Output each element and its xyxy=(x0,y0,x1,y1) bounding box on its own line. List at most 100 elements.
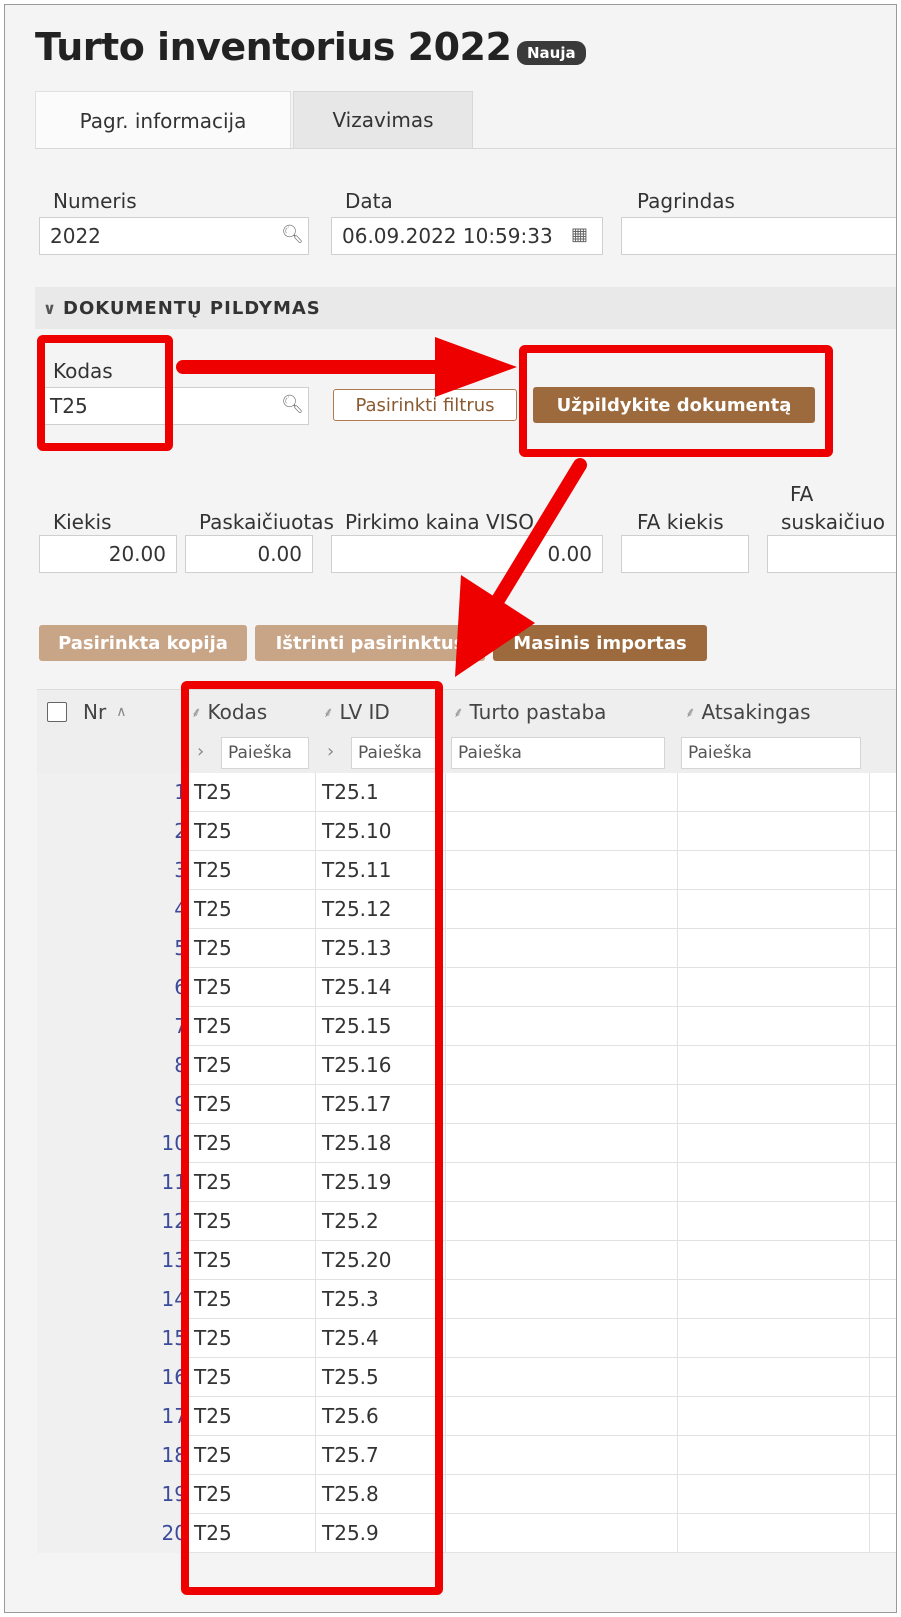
bulk-import-button[interactable]: Masinis importas xyxy=(493,625,707,661)
cell-next-column[interactable] xyxy=(869,1436,896,1475)
row-number[interactable]: 5 xyxy=(37,929,187,968)
cell-next-column[interactable] xyxy=(869,773,896,812)
cell-next-column[interactable] xyxy=(869,1397,896,1436)
cell-next-column[interactable] xyxy=(869,1202,896,1241)
cell-kodas[interactable]: T25 xyxy=(187,812,315,851)
column-header-kodas[interactable]: ⸙ Kodas xyxy=(191,690,267,734)
delete-selected-button[interactable]: Ištrinti pasirinktus xyxy=(255,625,485,661)
cell-lv-id[interactable]: T25.2 xyxy=(315,1202,445,1241)
cell-next-column[interactable] xyxy=(869,1280,896,1319)
cell-lv-id[interactable]: T25.1 xyxy=(315,773,445,812)
atsakingas-search-input[interactable]: Paieška xyxy=(681,737,861,769)
section-header[interactable]: ∨ DOKUMENTŲ PILDYMAS xyxy=(35,287,896,329)
cell-next-column[interactable] xyxy=(869,890,896,929)
cell-atsakingas[interactable] xyxy=(677,1124,869,1163)
turto-pastaba-search-input[interactable]: Paieška xyxy=(451,737,665,769)
table-row[interactable]: 7 T25 T25.15 xyxy=(37,1007,896,1046)
cell-atsakingas[interactable] xyxy=(677,1085,869,1124)
table-row[interactable]: 2 T25 T25.10 xyxy=(37,812,896,851)
cell-kodas[interactable]: T25 xyxy=(187,1358,315,1397)
cell-next-column[interactable] xyxy=(869,1007,896,1046)
tab-vizavimas[interactable]: Vizavimas xyxy=(293,91,473,149)
table-row[interactable]: 16 T25 T25.5 xyxy=(37,1358,896,1397)
sort-ascending-icon[interactable]: ∧ xyxy=(116,704,126,720)
row-number[interactable]: 16 xyxy=(37,1358,187,1397)
column-header-nr[interactable]: Nr ∧ xyxy=(83,690,126,734)
cell-next-column[interactable] xyxy=(869,1319,896,1358)
row-number[interactable]: 20 xyxy=(37,1514,187,1553)
cell-next-column[interactable] xyxy=(869,1163,896,1202)
table-row[interactable]: 10 T25 T25.18 xyxy=(37,1124,896,1163)
cell-atsakingas[interactable] xyxy=(677,812,869,851)
cell-turto-pastaba[interactable] xyxy=(445,773,677,812)
cell-turto-pastaba[interactable] xyxy=(445,1397,677,1436)
cell-next-column[interactable] xyxy=(869,1085,896,1124)
paskaiciuotas-field[interactable]: 0.00 xyxy=(185,535,313,573)
table-row[interactable]: 1 T25 T25.1 xyxy=(37,773,896,812)
row-number[interactable]: 6 xyxy=(37,968,187,1007)
cell-lv-id[interactable]: T25.8 xyxy=(315,1475,445,1514)
cell-turto-pastaba[interactable] xyxy=(445,1358,677,1397)
cell-next-column[interactable] xyxy=(869,968,896,1007)
cell-turto-pastaba[interactable] xyxy=(445,1085,677,1124)
table-row[interactable]: 5 T25 T25.13 xyxy=(37,929,896,968)
cell-turto-pastaba[interactable] xyxy=(445,1475,677,1514)
cell-atsakingas[interactable] xyxy=(677,1514,869,1553)
table-row[interactable]: 8 T25 T25.16 xyxy=(37,1046,896,1085)
cell-atsakingas[interactable] xyxy=(677,1202,869,1241)
cell-turto-pastaba[interactable] xyxy=(445,968,677,1007)
row-number[interactable]: 13 xyxy=(37,1241,187,1280)
cell-lv-id[interactable]: T25.15 xyxy=(315,1007,445,1046)
table-row[interactable]: 3 T25 T25.11 xyxy=(37,851,896,890)
table-row[interactable]: 13 T25 T25.20 xyxy=(37,1241,896,1280)
cell-atsakingas[interactable] xyxy=(677,1319,869,1358)
cell-next-column[interactable] xyxy=(869,851,896,890)
cell-turto-pastaba[interactable] xyxy=(445,1046,677,1085)
tab-pagr-informacija[interactable]: Pagr. informacija xyxy=(35,91,291,149)
row-number[interactable]: 7 xyxy=(37,1007,187,1046)
table-row[interactable]: 4 T25 T25.12 xyxy=(37,890,896,929)
cell-kodas[interactable]: T25 xyxy=(187,1046,315,1085)
fa-kiekis-field[interactable] xyxy=(621,535,749,573)
cell-lv-id[interactable]: T25.14 xyxy=(315,968,445,1007)
cell-atsakingas[interactable] xyxy=(677,773,869,812)
row-number[interactable]: 17 xyxy=(37,1397,187,1436)
cell-next-column[interactable] xyxy=(869,929,896,968)
cell-lv-id[interactable]: T25.7 xyxy=(315,1436,445,1475)
choose-filters-button[interactable]: Pasirinkti filtrus xyxy=(333,389,517,421)
cell-lv-id[interactable]: T25.10 xyxy=(315,812,445,851)
calendar-icon[interactable]: ▦ xyxy=(571,224,588,245)
cell-kodas[interactable]: T25 xyxy=(187,1007,315,1046)
column-header-turto-pastaba[interactable]: ⸙ Turto pastaba xyxy=(453,690,606,734)
cell-lv-id[interactable]: T25.5 xyxy=(315,1358,445,1397)
cell-next-column[interactable] xyxy=(869,1514,896,1553)
cell-lv-id[interactable]: T25.19 xyxy=(315,1163,445,1202)
column-header-atsakingas[interactable]: ⸙ Atsakingas xyxy=(685,690,811,734)
cell-next-column[interactable] xyxy=(869,1475,896,1514)
cell-lv-id[interactable]: T25.11 xyxy=(315,851,445,890)
cell-atsakingas[interactable] xyxy=(677,1163,869,1202)
cell-kodas[interactable]: T25 xyxy=(187,1124,315,1163)
row-number[interactable]: 1 xyxy=(37,773,187,812)
numeris-field[interactable]: 2022 xyxy=(39,217,309,255)
kodas-field[interactable]: T25 xyxy=(39,387,309,425)
cell-turto-pastaba[interactable] xyxy=(445,1007,677,1046)
cell-kodas[interactable]: T25 xyxy=(187,1475,315,1514)
cell-turto-pastaba[interactable] xyxy=(445,1514,677,1553)
cell-lv-id[interactable]: T25.13 xyxy=(315,929,445,968)
cell-kodas[interactable]: T25 xyxy=(187,1319,315,1358)
search-icon[interactable]: 🔍︎ xyxy=(281,224,304,245)
cell-kodas[interactable]: T25 xyxy=(187,929,315,968)
cell-kodas[interactable]: T25 xyxy=(187,968,315,1007)
cell-lv-id[interactable]: T25.20 xyxy=(315,1241,445,1280)
cell-turto-pastaba[interactable] xyxy=(445,1241,677,1280)
row-number[interactable]: 9 xyxy=(37,1085,187,1124)
cell-atsakingas[interactable] xyxy=(677,929,869,968)
column-header-lv-id[interactable]: ⸙ LV ID xyxy=(323,690,390,734)
select-all-checkbox[interactable] xyxy=(47,702,67,722)
table-row[interactable]: 9 T25 T25.17 xyxy=(37,1085,896,1124)
cell-turto-pastaba[interactable] xyxy=(445,890,677,929)
cell-next-column[interactable] xyxy=(869,1241,896,1280)
cell-turto-pastaba[interactable] xyxy=(445,1436,677,1475)
search-icon[interactable]: 🔍︎ xyxy=(281,394,304,415)
